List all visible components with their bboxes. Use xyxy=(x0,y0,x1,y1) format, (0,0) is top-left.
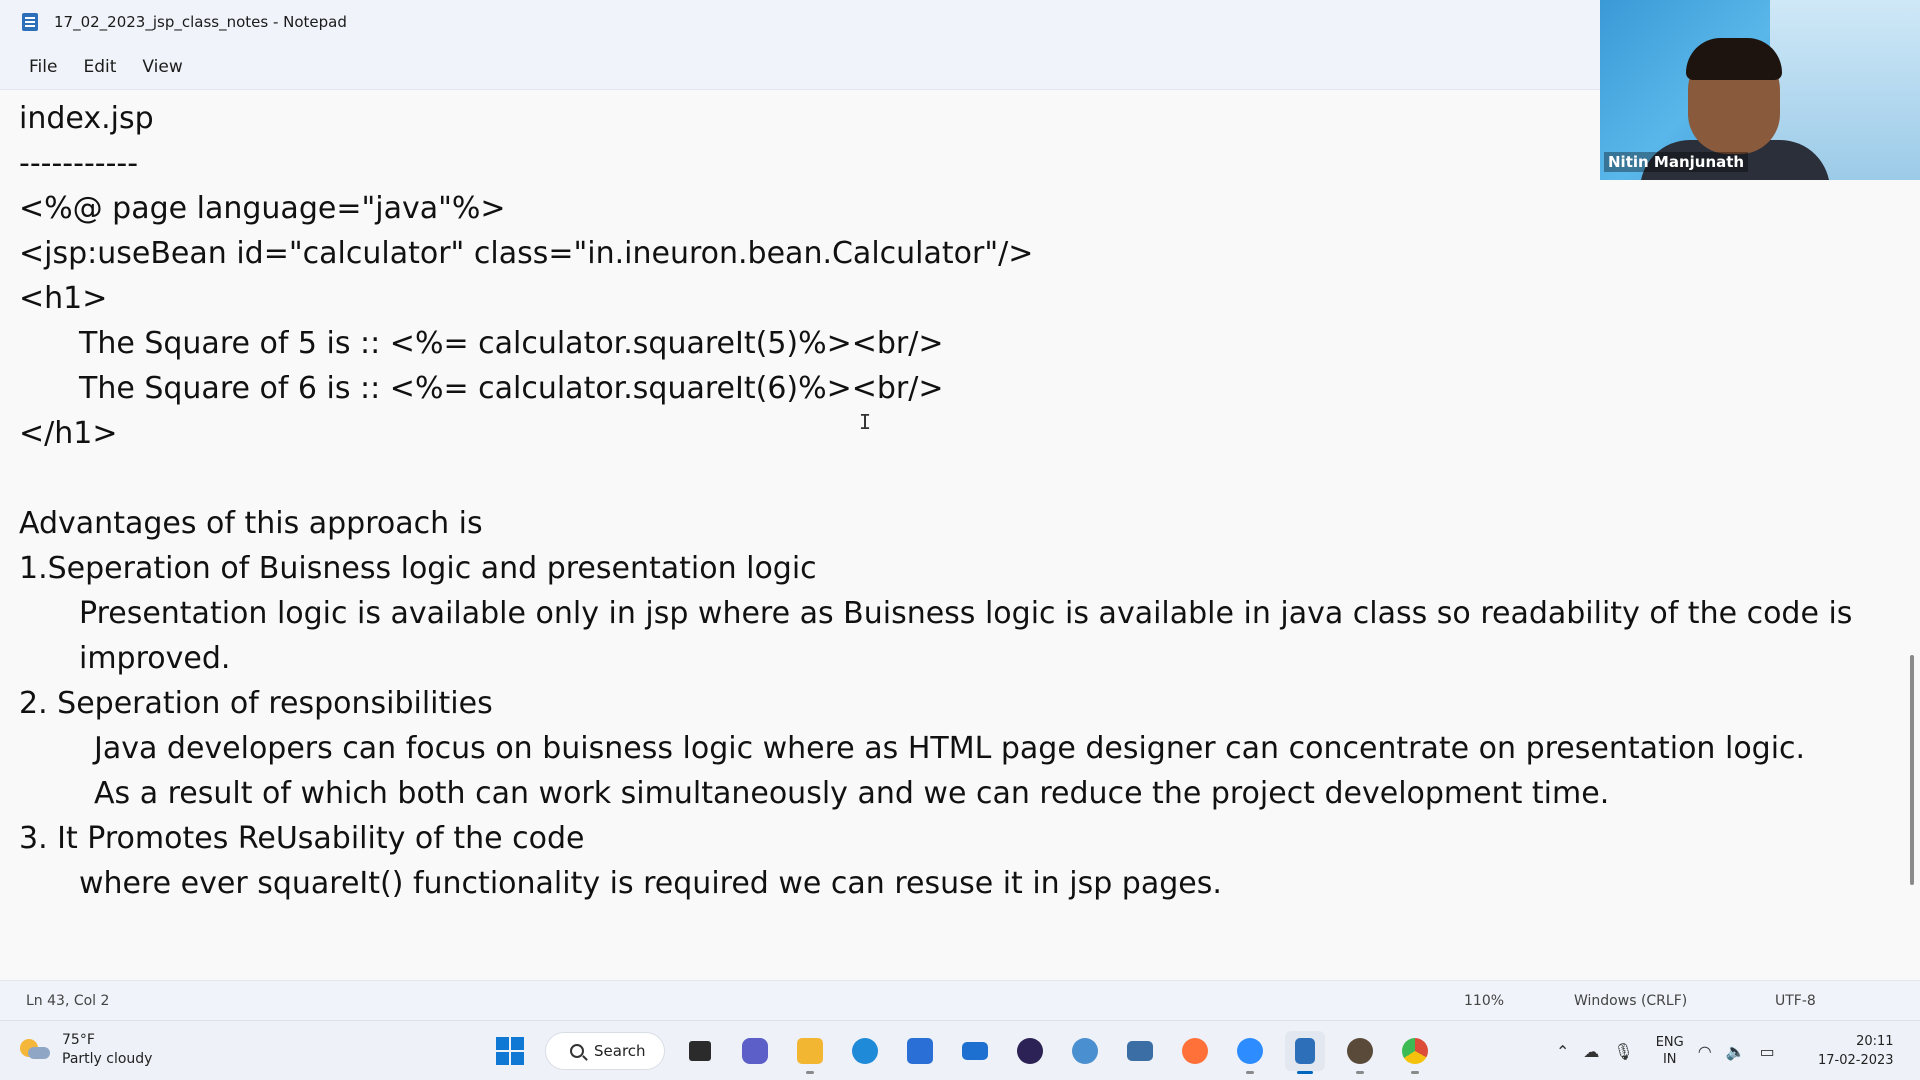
zoom-level: 110% xyxy=(1464,993,1505,1009)
weather-widget[interactable]: 75°F Partly cloudy xyxy=(20,1031,152,1069)
editor-line: 2. Seperation of responsibilities xyxy=(19,686,493,721)
encoding: UTF-8 xyxy=(1775,993,1816,1009)
editor-line: <%@ page language="java"%> xyxy=(19,191,506,226)
chevron-up-icon[interactable]: ⌃ xyxy=(1556,1042,1569,1061)
store-icon[interactable] xyxy=(900,1031,940,1071)
webcam-overlay: Nitin Manjunath xyxy=(1600,0,1920,180)
editor-line: where ever squareIt() functionality is r… xyxy=(79,866,1222,901)
windows-start-icon[interactable] xyxy=(490,1031,530,1071)
search-icon xyxy=(570,1044,584,1058)
battery-icon[interactable]: ▭ xyxy=(1760,1042,1775,1061)
vertical-scrollbar[interactable] xyxy=(1906,90,1914,978)
weather-temp: 75°F xyxy=(62,1032,95,1048)
editor-line: </h1> xyxy=(19,416,118,451)
window-title: 17_02_2023_jsp_class_notes - Notepad xyxy=(54,13,347,31)
language-code: ENG xyxy=(1655,1035,1684,1050)
editor-line: index.jsp xyxy=(19,101,154,136)
partly-cloudy-icon xyxy=(20,1037,50,1063)
editor-line: 3. It Promotes ReUsability of the code xyxy=(19,821,585,856)
cursor-position: Ln 43, Col 2 xyxy=(26,993,110,1009)
edge-icon[interactable] xyxy=(845,1031,885,1071)
presenter-hair xyxy=(1686,38,1782,80)
taskbar-apps: Search xyxy=(490,1031,1450,1074)
region-code: IN xyxy=(1662,1052,1677,1067)
editor-line: <jsp:useBean id="calculator" class="in.i… xyxy=(19,236,1034,271)
line-ending: Windows (CRLF) xyxy=(1574,993,1688,1009)
participant-name-label: Nitin Manjunath xyxy=(1604,152,1749,172)
notepad-app-icon xyxy=(22,13,38,31)
zoom-icon[interactable] xyxy=(1230,1031,1270,1074)
clock[interactable]: 20:11 17-02-2023 xyxy=(1818,1032,1894,1070)
editor-line: Java developers can focus on buisness lo… xyxy=(94,731,1806,766)
editor-line: The Square of 6 is :: <%= calculator.squ… xyxy=(79,371,944,406)
wifi-icon[interactable]: ◠ xyxy=(1698,1042,1712,1061)
java-tool-icon[interactable] xyxy=(1065,1031,1105,1071)
clock-time: 20:11 xyxy=(1856,1034,1894,1049)
weather-condition: Partly cloudy xyxy=(62,1051,153,1067)
microphone-icon[interactable]: 🎙 xyxy=(1613,1042,1633,1061)
volume-icon[interactable]: 🔈 xyxy=(1726,1042,1746,1061)
mail-icon[interactable] xyxy=(955,1031,995,1071)
game-icon[interactable] xyxy=(1340,1031,1380,1074)
editor-line: 1.Seperation of Buisness logic and prese… xyxy=(19,551,817,586)
task-view-icon[interactable] xyxy=(680,1031,720,1071)
editor-line: Advantages of this approach is xyxy=(19,506,483,541)
chat-icon[interactable] xyxy=(735,1031,775,1071)
editor-line: <h1> xyxy=(19,281,108,316)
file-explorer-icon[interactable] xyxy=(790,1031,830,1074)
text-editor[interactable]: index.jsp ----------- <%@ page language=… xyxy=(0,90,1920,980)
notepad-window: 17_02_2023_jsp_class_notes - Notepad Fil… xyxy=(0,0,1920,1080)
editor-line: As a result of which both can work simul… xyxy=(94,776,1610,811)
eclipse-icon[interactable] xyxy=(1010,1031,1050,1071)
chrome-icon[interactable] xyxy=(1395,1031,1435,1074)
editor-line: Presentation logic is available only in … xyxy=(79,596,1853,631)
firefox-icon[interactable] xyxy=(1175,1031,1215,1071)
taskbar-search-button[interactable]: Search xyxy=(545,1032,665,1070)
scrollbar-thumb[interactable] xyxy=(1910,655,1914,885)
editor-line: improved. xyxy=(79,641,231,676)
editor-line: The Square of 5 is :: <%= calculator.squ… xyxy=(79,326,944,361)
editor-line: ----------- xyxy=(19,146,139,181)
search-label: Search xyxy=(594,1042,646,1060)
clock-date: 17-02-2023 xyxy=(1818,1053,1894,1068)
mouse-ibeam-cursor-icon: I xyxy=(859,410,872,434)
menu-file[interactable]: File xyxy=(16,51,70,83)
menu-edit[interactable]: Edit xyxy=(70,51,129,83)
language-indicator[interactable]: ENG IN xyxy=(1656,1034,1684,1068)
taskbar: 75°F Partly cloudy Search ⌃ ☁ 🎙 ENG IN ◠… xyxy=(0,1020,1920,1080)
status-bar: Ln 43, Col 2 110% Windows (CRLF) UTF-8 xyxy=(0,980,1920,1020)
notepad-icon[interactable] xyxy=(1285,1031,1325,1074)
cloud-icon[interactable]: ☁ xyxy=(1583,1042,1599,1061)
system-tray: ⌃ ☁ 🎙 ENG IN ◠ 🔈 ▭ xyxy=(1556,1021,1789,1080)
menu-view[interactable]: View xyxy=(129,51,195,83)
remote-desktop-icon[interactable] xyxy=(1120,1031,1160,1071)
